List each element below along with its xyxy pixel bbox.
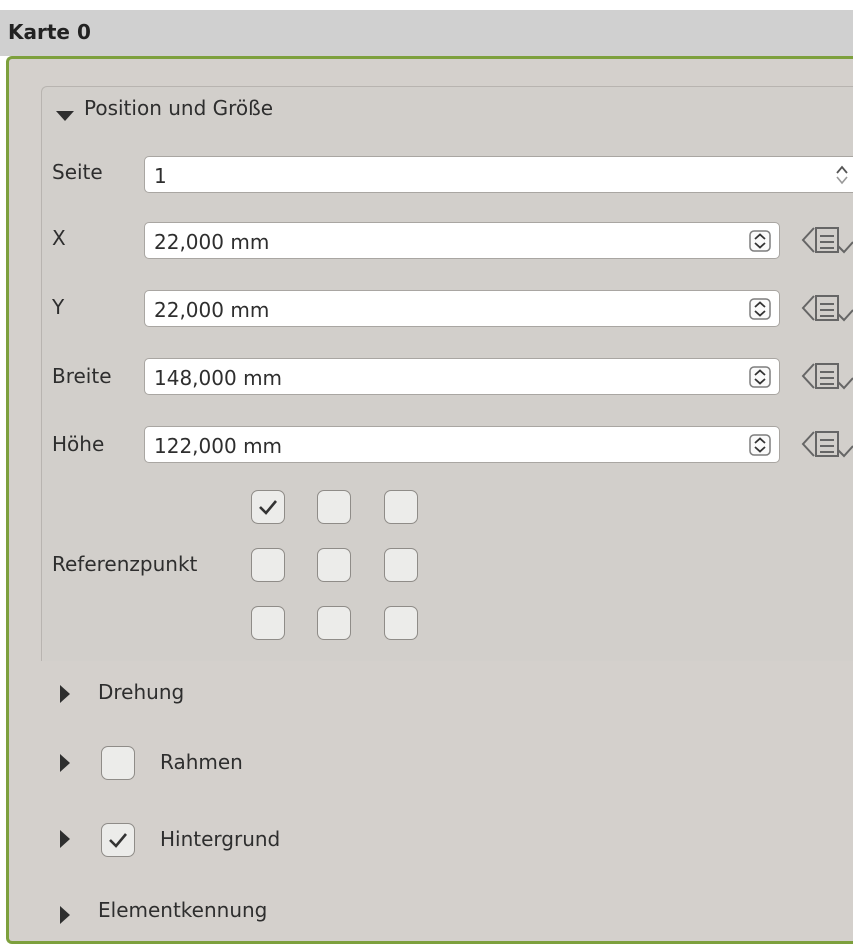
spin-arrows-icon[interactable] [835, 164, 849, 186]
breite-spinbox[interactable]: 148,000 mm [144, 358, 780, 395]
data-defined-override-icon[interactable] [800, 360, 853, 394]
hoehe-value: 122,000 mm [154, 434, 283, 458]
spin-arrows-icon[interactable] [749, 366, 771, 388]
checkmark-icon [109, 833, 127, 848]
expand-triangle-icon[interactable] [60, 906, 70, 924]
x-value: 22,000 mm [154, 230, 270, 254]
spin-arrows-icon[interactable] [749, 298, 771, 320]
expand-triangle-icon[interactable] [60, 830, 70, 848]
y-spinbox[interactable]: 22,000 mm [144, 290, 780, 327]
ref-point-top-middle[interactable] [317, 490, 351, 524]
ref-point-top-left[interactable] [251, 490, 285, 524]
breite-value: 148,000 mm [154, 366, 283, 390]
seite-spinbox[interactable]: 1 [144, 156, 853, 193]
expand-triangle-icon[interactable] [60, 685, 70, 703]
spin-arrows-icon[interactable] [749, 230, 771, 252]
hoehe-label: Höhe [52, 432, 105, 456]
seite-value: 1 [154, 164, 167, 188]
ref-point-bottom-right[interactable] [384, 606, 418, 640]
y-value: 22,000 mm [154, 298, 270, 322]
referenzpunkt-label: Referenzpunkt [52, 552, 198, 576]
panel-title: Karte 0 [8, 20, 91, 44]
data-defined-override-icon[interactable] [800, 292, 853, 326]
ref-point-top-right[interactable] [384, 490, 418, 524]
spin-arrows-icon[interactable] [749, 434, 771, 456]
rahmen-checkbox[interactable] [101, 746, 135, 780]
expand-triangle-icon[interactable] [60, 754, 70, 772]
ref-point-middle-right[interactable] [384, 548, 418, 582]
checkmark-icon [259, 500, 277, 515]
ref-point-bottom-left[interactable] [251, 606, 285, 640]
breite-label: Breite [52, 364, 112, 388]
hoehe-spinbox[interactable]: 122,000 mm [144, 426, 780, 463]
ref-point-middle-left[interactable] [251, 548, 285, 582]
x-label: X [52, 226, 66, 250]
x-spinbox[interactable]: 22,000 mm [144, 222, 780, 259]
data-defined-override-icon[interactable] [800, 224, 853, 258]
ref-point-center[interactable] [317, 548, 351, 582]
collapse-triangle-icon[interactable] [56, 111, 74, 121]
seite-label: Seite [52, 160, 103, 184]
ref-point-bottom-middle[interactable] [317, 606, 351, 640]
hintergrund-section-label[interactable]: Hintergrund [160, 827, 280, 851]
panel-header: Karte 0 [0, 10, 853, 56]
y-label: Y [52, 295, 65, 319]
elementkennung-section-label[interactable]: Elementkennung [98, 898, 267, 922]
position-size-title[interactable]: Position und Größe [84, 96, 273, 120]
data-defined-override-icon[interactable] [800, 428, 853, 462]
rahmen-section-label[interactable]: Rahmen [160, 750, 243, 774]
drehung-section-label[interactable]: Drehung [98, 680, 184, 704]
hintergrund-checkbox[interactable] [101, 823, 135, 857]
